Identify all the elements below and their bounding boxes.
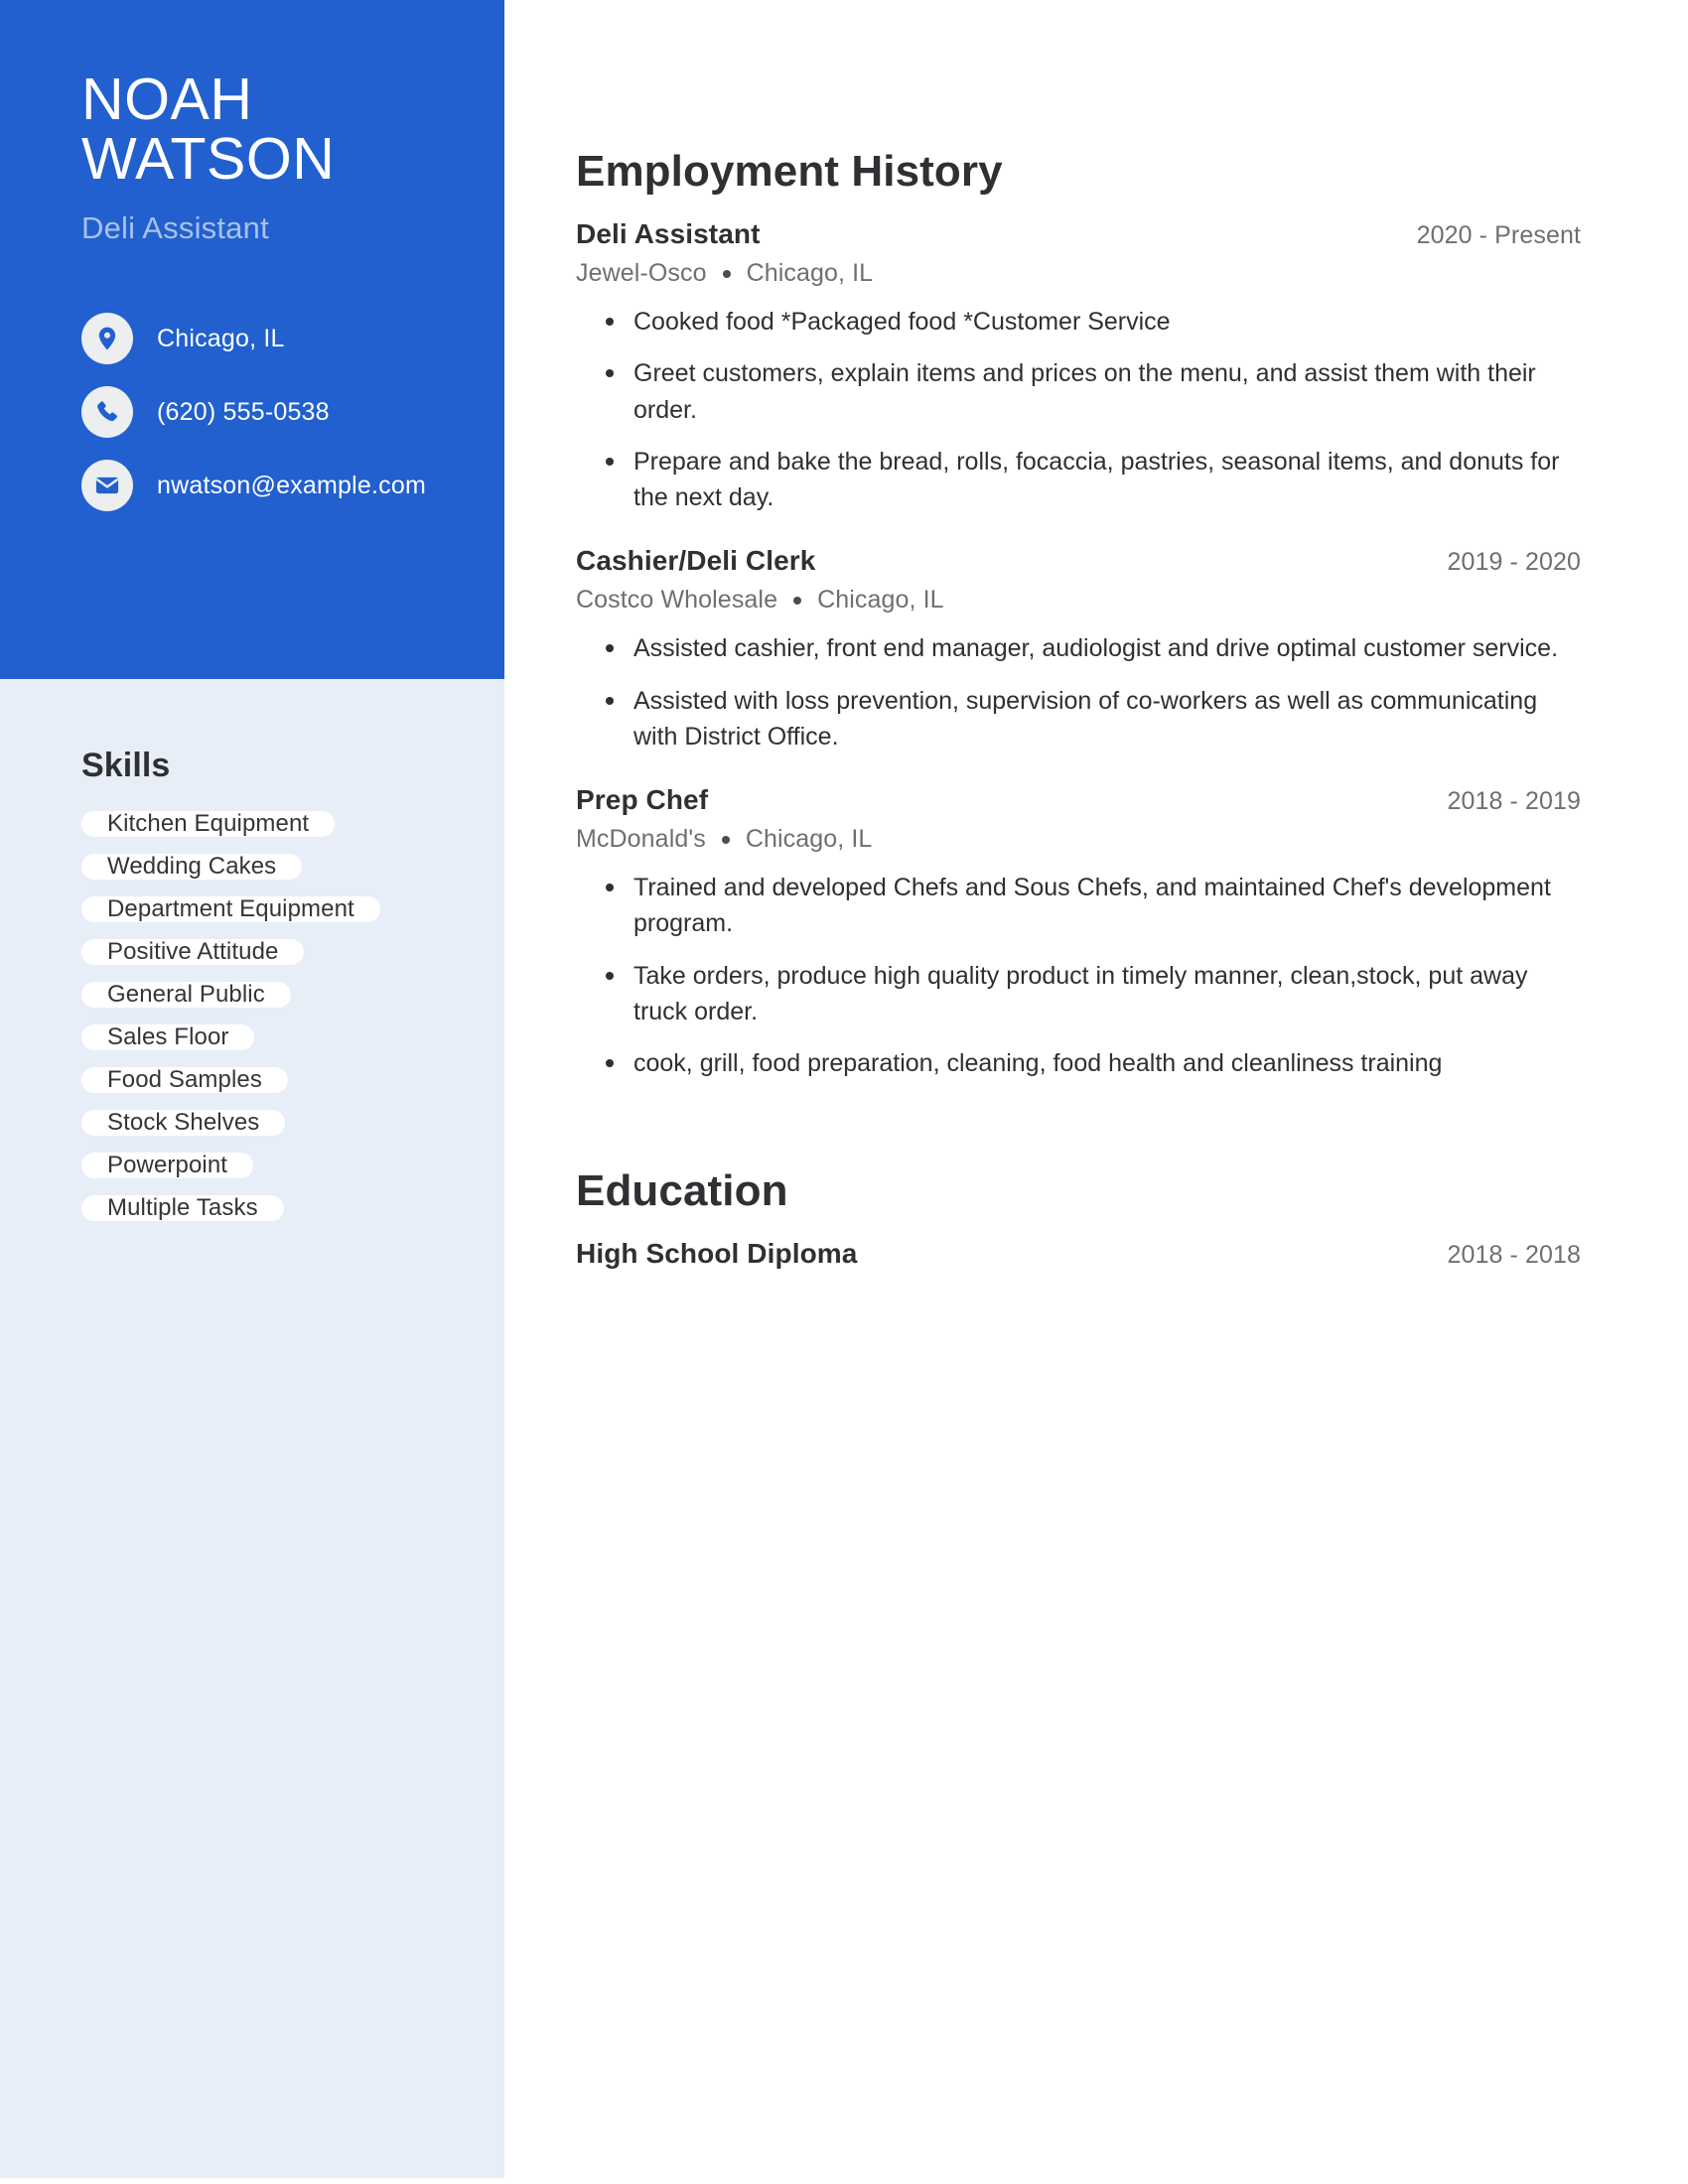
location-pin-icon: [81, 313, 133, 365]
employment-history-heading: Employment History: [576, 147, 1003, 196]
education-heading: Education: [576, 1166, 788, 1216]
employment-entry-header: Cashier/Deli Clerk 2019 - 2020: [576, 545, 1581, 577]
sidebar: NOAH WATSON Deli Assistant Chicago, IL (…: [0, 0, 504, 2178]
employment-entry: Deli Assistant 2020 - Present Jewel-Osco…: [576, 218, 1581, 515]
candidate-name: NOAH WATSON: [81, 67, 445, 193]
employment-bullet: Assisted with loss prevention, supervisi…: [606, 683, 1581, 755]
skill-pill: General Public: [81, 982, 291, 1008]
employment-bullets: Assisted cashier, front end manager, aud…: [576, 630, 1581, 754]
main-content: Employment History Deli Assistant 2020 -…: [504, 0, 1688, 2184]
skill-pill: Department Equipment: [81, 896, 380, 922]
employment-dates: 2019 - 2020: [1447, 548, 1581, 577]
skill-pill: Wedding Cakes: [81, 854, 303, 880]
employment-company: Costco Wholesale: [576, 586, 778, 614]
education-dates: 2018 - 2018: [1447, 1241, 1581, 1270]
employment-entry-header: Deli Assistant 2020 - Present: [576, 218, 1581, 250]
employment-meta: Costco Wholesale Chicago, IL: [576, 586, 1581, 614]
employment-bullet: Greet customers, explain items and price…: [606, 355, 1581, 428]
education-degree: High School Diploma: [576, 1238, 858, 1270]
employment-location: Chicago, IL: [746, 259, 874, 287]
employment-meta: Jewel-Osco Chicago, IL: [576, 259, 1581, 288]
skill-pill: Multiple Tasks: [81, 1195, 284, 1221]
contact-phone-text: (620) 555-0538: [157, 397, 330, 426]
first-name: NOAH: [81, 67, 253, 132]
contact-item-location: Chicago, IL: [81, 312, 445, 365]
skill-pill: Positive Attitude: [81, 939, 305, 965]
skills-list: Kitchen Equipment Wedding Cakes Departme…: [81, 811, 465, 1238]
employment-location: Chicago, IL: [745, 825, 873, 853]
meta-separator-dot-icon: [721, 835, 730, 844]
skill-pill: Powerpoint: [81, 1153, 254, 1178]
contact-item-phone: (620) 555-0538: [81, 385, 445, 439]
skill-pill: Kitchen Equipment: [81, 811, 336, 837]
employment-bullet: Cooked food *Packaged food *Customer Ser…: [606, 304, 1581, 340]
employment-bullet: Take orders, produce high quality produc…: [606, 958, 1581, 1030]
skills-section: Skills Kitchen Equipment Wedding Cakes D…: [0, 679, 504, 1238]
phone-icon: [81, 386, 133, 439]
skill-pill: Stock Shelves: [81, 1110, 286, 1136]
contact-list: Chicago, IL (620) 555-0538 nwatson@examp…: [81, 312, 445, 512]
meta-separator-dot-icon: [793, 596, 802, 605]
employment-entry: Prep Chef 2018 - 2019 McDonald's Chicago…: [576, 784, 1581, 1081]
skill-pill: Food Samples: [81, 1067, 288, 1093]
education-entry: High School Diploma 2018 - 2018: [576, 1238, 1581, 1270]
employment-bullet: cook, grill, food preparation, cleaning,…: [606, 1045, 1581, 1081]
employment-role: Cashier/Deli Clerk: [576, 545, 816, 577]
skills-heading: Skills: [81, 747, 171, 784]
education-entry-header: High School Diploma 2018 - 2018: [576, 1238, 1581, 1270]
contact-email-text: nwatson@example.com: [157, 471, 426, 499]
employment-bullet: Trained and developed Chefs and Sous Che…: [606, 870, 1581, 942]
employment-bullet: Assisted cashier, front end manager, aud…: [606, 630, 1581, 666]
employment-dates: 2020 - Present: [1416, 221, 1581, 249]
employment-bullet: Prepare and bake the bread, rolls, focac…: [606, 444, 1581, 516]
employment-entry: Cashier/Deli Clerk 2019 - 2020 Costco Wh…: [576, 545, 1581, 754]
contact-item-email: nwatson@example.com: [81, 459, 445, 512]
employment-meta: McDonald's Chicago, IL: [576, 825, 1581, 854]
resume-page: NOAH WATSON Deli Assistant Chicago, IL (…: [0, 0, 1688, 2184]
employment-role: Prep Chef: [576, 784, 709, 815]
last-name: WATSON: [81, 126, 336, 193]
employment-role: Deli Assistant: [576, 218, 761, 249]
employment-bullets: Trained and developed Chefs and Sous Che…: [576, 870, 1581, 1081]
candidate-job-title: Deli Assistant: [81, 210, 269, 246]
envelope-icon: [81, 460, 133, 512]
sidebar-header: NOAH WATSON Deli Assistant Chicago, IL (…: [0, 0, 504, 679]
meta-separator-dot-icon: [722, 269, 731, 278]
skill-pill: Sales Floor: [81, 1024, 255, 1050]
contact-location-text: Chicago, IL: [157, 324, 285, 352]
employment-location: Chicago, IL: [817, 586, 944, 614]
employment-company: McDonald's: [576, 825, 706, 853]
employment-company: Jewel-Osco: [576, 259, 707, 287]
employment-bullets: Cooked food *Packaged food *Customer Ser…: [576, 304, 1581, 515]
employment-dates: 2018 - 2019: [1447, 787, 1581, 815]
employment-entry-header: Prep Chef 2018 - 2019: [576, 784, 1581, 816]
